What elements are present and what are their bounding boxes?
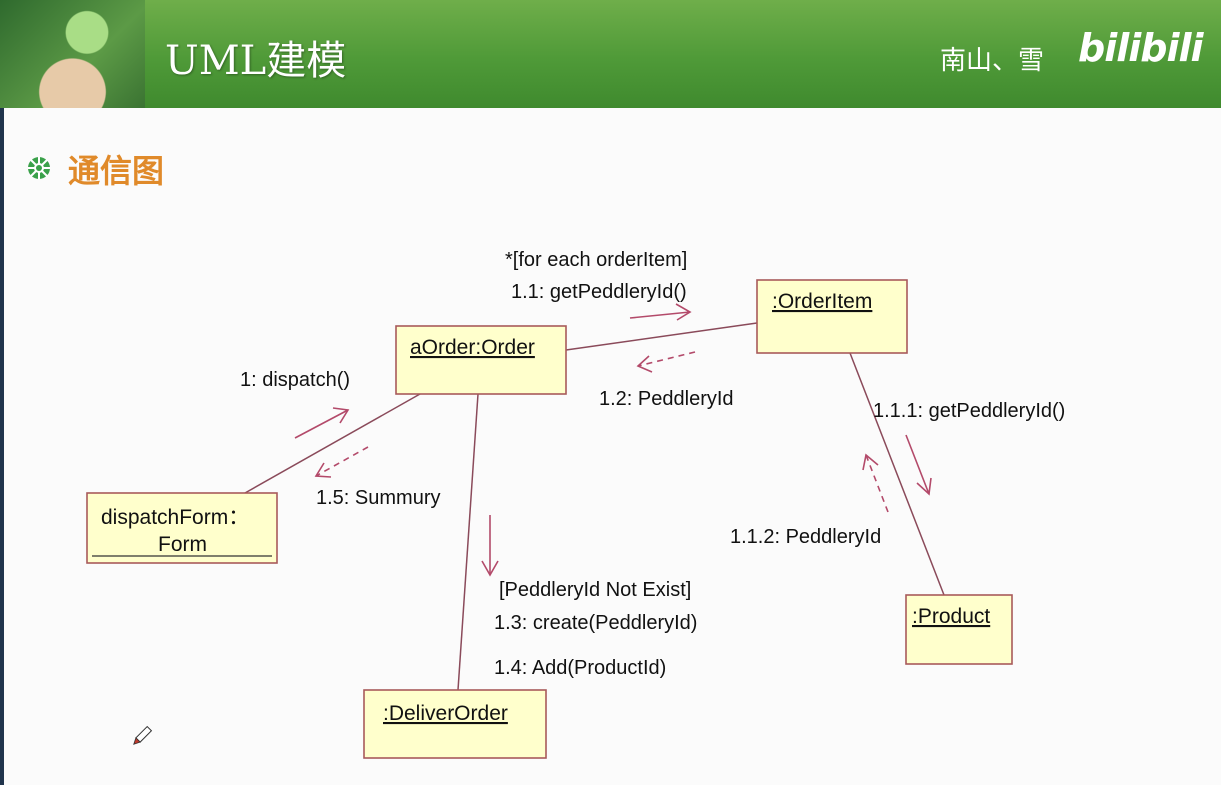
arrow-1-1-1	[905, 434, 932, 496]
link-orderitem-product	[849, 352, 945, 596]
message-1-label: 1: dispatch()	[240, 369, 350, 391]
message-1-4-label: 1.4: Add(ProductId)	[494, 657, 666, 679]
object-product-label: :Product	[912, 605, 990, 628]
object-orderitem-label: :OrderItem	[772, 290, 872, 313]
object-dispatchform-label-line1: dispatchForm：	[101, 506, 249, 529]
message-1-3-guard: [PeddleryId Not Exist]	[499, 579, 691, 601]
object-deliverorder: :DeliverOrder	[363, 689, 547, 759]
arrow-1	[294, 407, 350, 439]
arrow-1-1	[629, 303, 692, 321]
link-order-dispatchform	[244, 393, 421, 494]
link-order-deliverorder	[457, 393, 479, 691]
object-orderitem: :OrderItem	[756, 279, 908, 354]
communication-diagram: aOrder:Order :OrderItem dispatchForm： Fo…	[86, 249, 1065, 759]
link-order-orderitem	[565, 322, 758, 351]
object-deliverorder-label: :DeliverOrder	[383, 702, 508, 725]
message-1-2-label: 1.2: PeddleryId	[599, 388, 734, 410]
arrow-1-5	[314, 446, 369, 478]
object-aorder-label: aOrder:Order	[410, 336, 535, 359]
message-1-1-1-label: 1.1.1: getPeddleryId()	[873, 400, 1065, 422]
object-dispatchform-label-line2: Form	[158, 533, 207, 556]
arrow-1-3	[481, 515, 499, 577]
pen-cursor-icon	[133, 725, 153, 745]
object-product: :Product	[905, 594, 1013, 665]
message-1-5-label: 1.5: Summury	[316, 487, 440, 509]
object-dispatchform: dispatchForm： Form	[86, 492, 278, 564]
arrow-1-1-2	[862, 453, 889, 513]
message-1-1-guard: *[for each orderItem]	[505, 249, 687, 271]
message-1-3-label: 1.3: create(PeddleryId)	[494, 612, 697, 634]
message-1-1-2-label: 1.1.2: PeddleryId	[730, 526, 881, 548]
object-aorder: aOrder:Order	[395, 325, 567, 395]
arrow-1-2	[636, 351, 696, 373]
message-1-1-label: 1.1: getPeddleryId()	[511, 281, 687, 303]
